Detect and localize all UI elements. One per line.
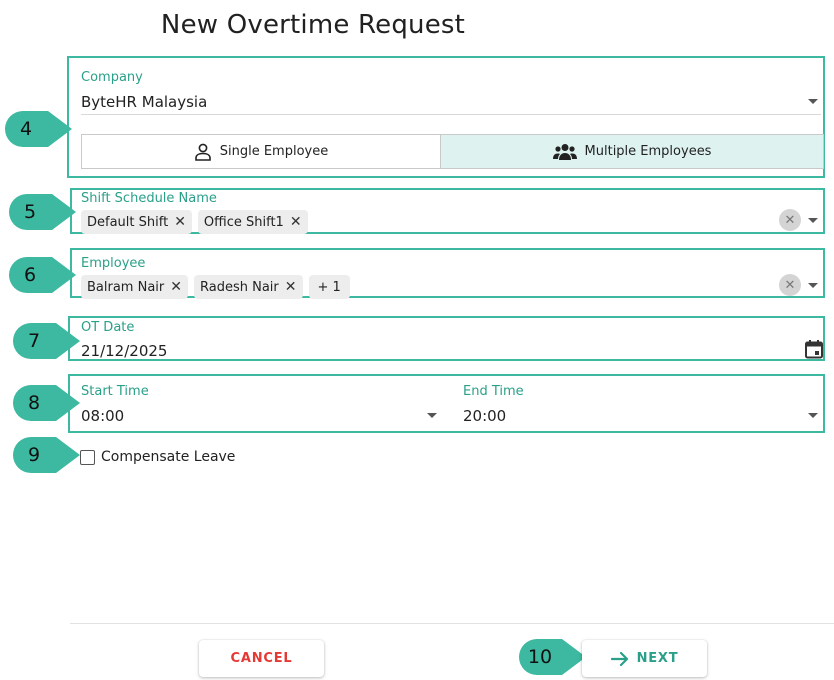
company-section: Company ByteHR Malaysia Single Employee … <box>67 56 825 178</box>
clear-icon[interactable]: ✕ <box>779 274 801 296</box>
shift-schedule-label: Shift Schedule Name <box>81 191 217 206</box>
page-title: New Overtime Request <box>160 10 466 40</box>
employee-label: Employee <box>81 256 146 271</box>
company-value: ByteHR Malaysia <box>81 93 208 111</box>
chip: Default Shift ✕ <box>81 210 192 234</box>
chevron-down-icon <box>427 413 437 418</box>
ot-date-label: OT Date <box>81 320 135 335</box>
company-label: Company <box>81 70 143 85</box>
group-icon <box>552 143 577 160</box>
step-badge-4: 4 <box>4 110 74 148</box>
chip-label: Default Shift <box>87 214 169 230</box>
time-section: Start Time 08:00 End Time 20:00 <box>68 374 825 433</box>
compensate-leave-option[interactable]: Compensate Leave <box>80 449 235 465</box>
close-icon[interactable]: ✕ <box>170 280 182 294</box>
start-time-label: Start Time <box>81 384 149 399</box>
chevron-down-icon[interactable] <box>808 283 818 288</box>
arrow-right-icon <box>610 651 628 666</box>
close-icon[interactable]: ✕ <box>285 280 297 294</box>
ot-date-field[interactable]: OT Date 21/12/2025 <box>68 316 825 361</box>
close-icon[interactable]: ✕ <box>174 215 186 229</box>
next-button[interactable]: NEXT <box>582 640 707 677</box>
divider <box>81 114 821 115</box>
step-badge-9: 9 <box>12 436 82 474</box>
end-time-select[interactable]: End Time 20:00 <box>463 384 819 428</box>
next-button-label: NEXT <box>636 651 679 666</box>
company-select[interactable]: ByteHR Malaysia <box>81 88 821 114</box>
chevron-down-icon <box>808 413 818 418</box>
multiple-employees-label: Multiple Employees <box>584 144 712 159</box>
chip: Balram Nair ✕ <box>81 275 188 299</box>
single-employee-toggle[interactable]: Single Employee <box>81 134 441 169</box>
start-time-select[interactable]: Start Time 08:00 <box>81 384 441 428</box>
footer-divider <box>70 623 834 624</box>
chip-label: Balram Nair <box>87 279 165 295</box>
step-badge-10: 10 <box>518 638 588 676</box>
multiple-employees-toggle[interactable]: Multiple Employees <box>440 134 824 169</box>
chip-label: Office Shift1 <box>203 214 284 230</box>
compensate-leave-label: Compensate Leave <box>101 449 236 465</box>
more-chip: + 1 <box>308 275 350 299</box>
end-time-label: End Time <box>463 384 524 399</box>
end-time-value: 20:00 <box>463 407 507 425</box>
chip-label: Radesh Nair <box>200 279 279 295</box>
calendar-icon[interactable] <box>804 339 824 359</box>
employee-field[interactable]: Employee Balram Nair ✕ Radesh Nair ✕ + 1… <box>70 248 825 299</box>
employee-chips: Balram Nair ✕ Radesh Nair ✕ + 1 <box>81 275 356 299</box>
chip: Office Shift1 ✕ <box>197 210 308 234</box>
chevron-down-icon[interactable] <box>808 218 818 223</box>
single-employee-label: Single Employee <box>219 144 329 159</box>
step-badge-6: 6 <box>8 256 78 294</box>
cancel-button-label: CANCEL <box>230 651 293 666</box>
shift-schedule-field[interactable]: Shift Schedule Name Default Shift ✕ Offi… <box>70 188 825 234</box>
step-badge-5: 5 <box>8 193 78 231</box>
close-icon[interactable]: ✕ <box>290 215 302 229</box>
compensate-leave-checkbox[interactable] <box>80 449 95 465</box>
ot-date-value: 21/12/2025 <box>81 342 168 360</box>
cancel-button[interactable]: CANCEL <box>199 640 324 677</box>
person-icon <box>194 143 211 161</box>
shift-chips: Default Shift ✕ Office Shift1 ✕ <box>81 210 314 234</box>
chevron-down-icon <box>808 99 818 104</box>
clear-icon[interactable]: ✕ <box>779 209 801 231</box>
start-time-value: 08:00 <box>81 407 125 425</box>
chip: Radesh Nair ✕ <box>194 275 303 299</box>
